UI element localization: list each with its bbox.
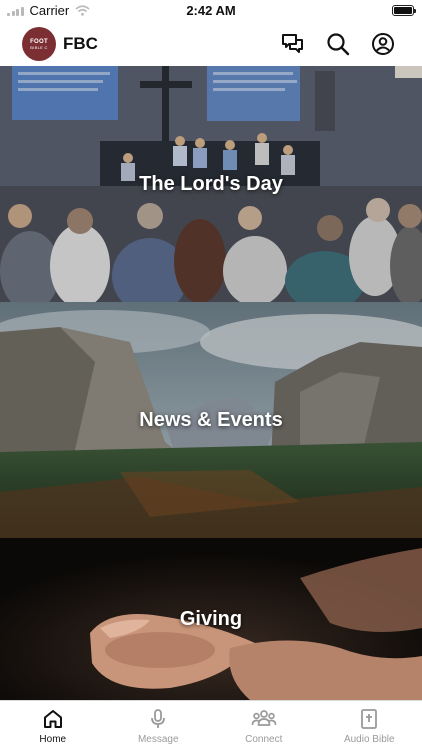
tile-label-news-events: News & Events	[139, 408, 283, 431]
logo-line-2: BIBLE C	[30, 44, 48, 50]
microphone-icon	[151, 709, 166, 728]
status-time: 2:42 AM	[186, 3, 236, 18]
battery-icon	[392, 5, 416, 16]
people-icon	[251, 710, 277, 726]
tile-label-giving: Giving	[179, 607, 243, 630]
bible-icon	[361, 709, 378, 729]
app-header: FOOT BIBLE C FBC	[0, 22, 422, 66]
tab-message[interactable]: Message	[106, 701, 212, 750]
tile-giving[interactable]: Giving	[0, 538, 422, 700]
status-bar: Carrier 2:42 AM	[0, 0, 422, 22]
home-icon	[43, 710, 62, 728]
app-title: FBC	[63, 34, 98, 53]
tab-home[interactable]: Home	[0, 701, 106, 750]
tab-connect[interactable]: Connect	[211, 701, 317, 750]
tile-news-events[interactable]: News & Events	[0, 302, 422, 538]
tab-audio-bible[interactable]: Audio Bible	[317, 701, 422, 750]
church-logo[interactable]: FOOT BIBLE C	[22, 27, 56, 61]
bottom-tab-bar: Home Message Connect Audio Bible	[0, 700, 422, 750]
search-icon[interactable]	[325, 31, 351, 57]
profile-icon[interactable]	[370, 31, 396, 57]
tile-label-lords-day: The Lord's Day	[139, 172, 283, 195]
tab-label-connect: Connect	[245, 734, 283, 745]
tile-lords-day[interactable]: The Lord's Day	[0, 66, 422, 302]
tab-label-home: Home	[39, 734, 67, 745]
tab-label-audio-bible: Audio Bible	[343, 734, 395, 745]
tab-label-message: Message	[137, 734, 179, 745]
logo-line-1: FOOT	[30, 38, 48, 45]
chat-icon[interactable]	[280, 31, 306, 57]
